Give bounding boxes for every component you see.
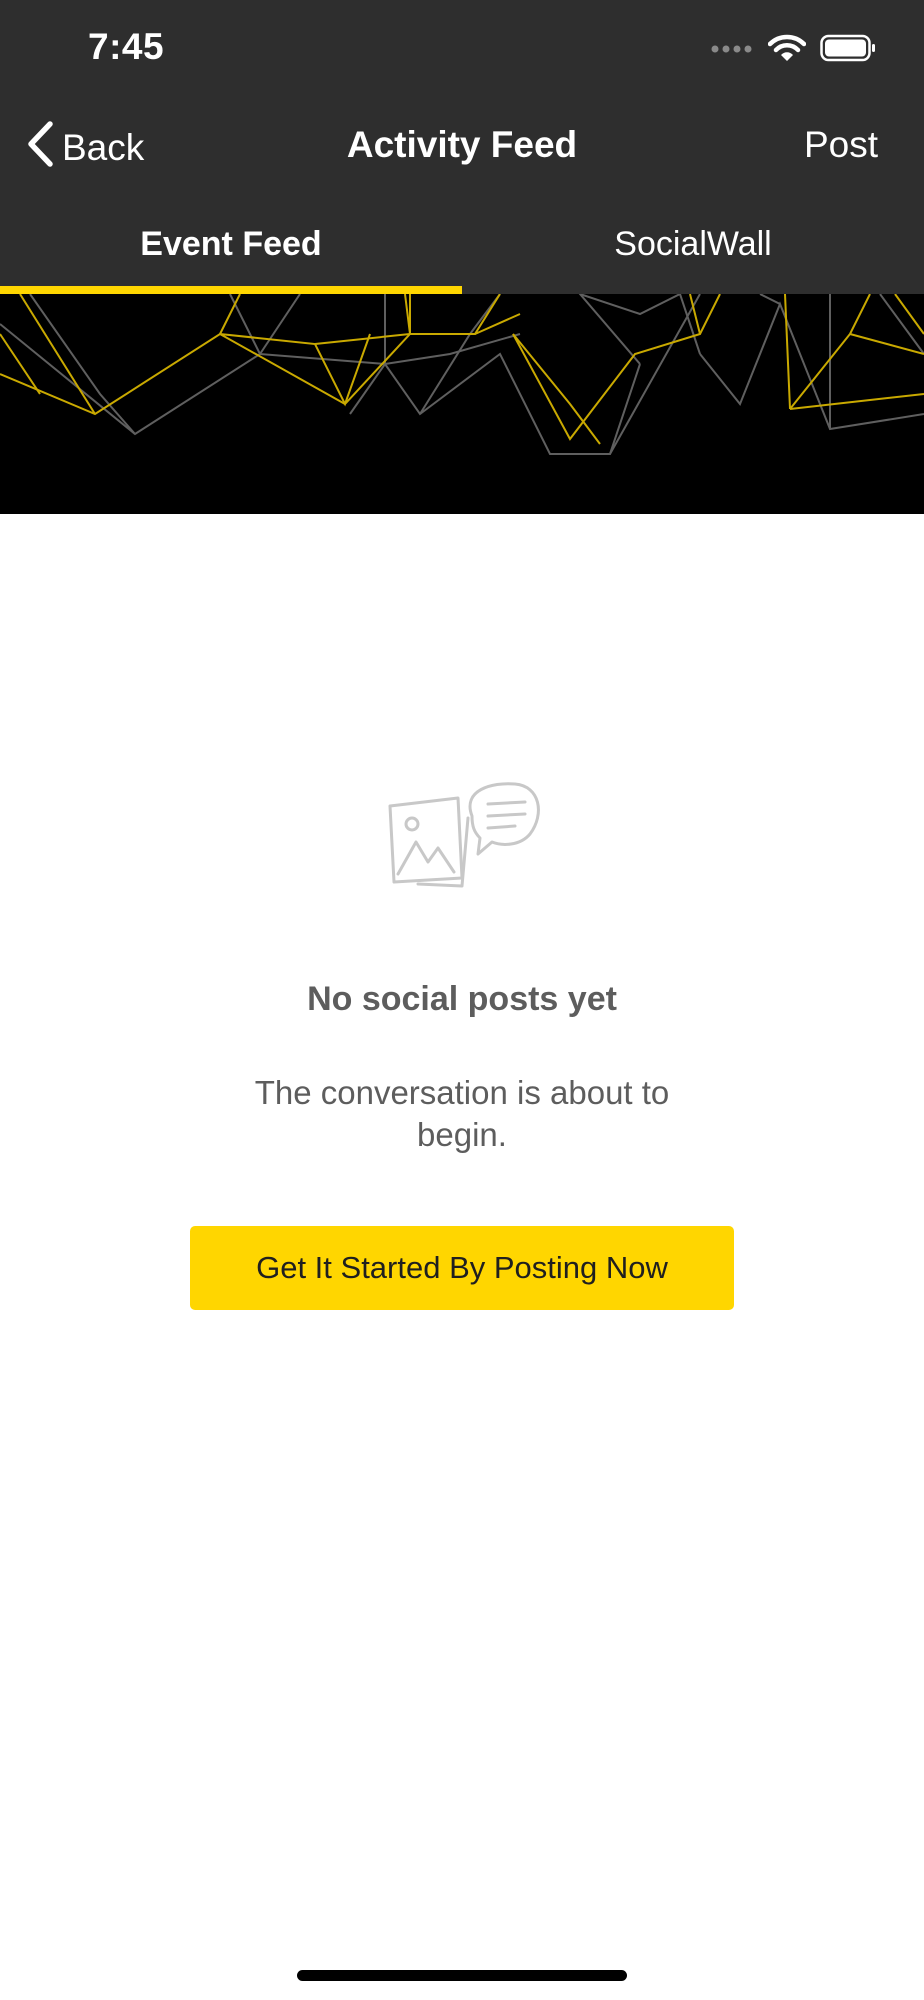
tab-socialwall[interactable]: SocialWall [462,194,924,294]
navigation-bar: Back Activity Feed Post [0,102,924,194]
social-posts-empty-icon [380,776,540,891]
geometric-pattern [0,294,924,455]
empty-state-title: No social posts yet [307,980,617,1018]
tab-bar: Event Feed SocialWall [0,194,924,294]
battery-icon [820,34,876,67]
status-time: 7:45 [88,26,165,67]
start-posting-button[interactable]: Get It Started By Posting Now [190,1226,734,1310]
empty-state-subtitle: The conversation is about to begin. [254,1074,670,1153]
header-banner [0,294,924,514]
wifi-icon [767,34,807,67]
tab-event-feed[interactable]: Event Feed [0,194,462,294]
status-bar: 7:45 [0,0,924,102]
page-title: Activity Feed [346,124,578,165]
post-button[interactable]: Post [804,124,878,166]
home-indicator[interactable] [297,1970,627,1981]
cellular-signal-icon [710,41,754,59]
status-icons [710,32,876,68]
